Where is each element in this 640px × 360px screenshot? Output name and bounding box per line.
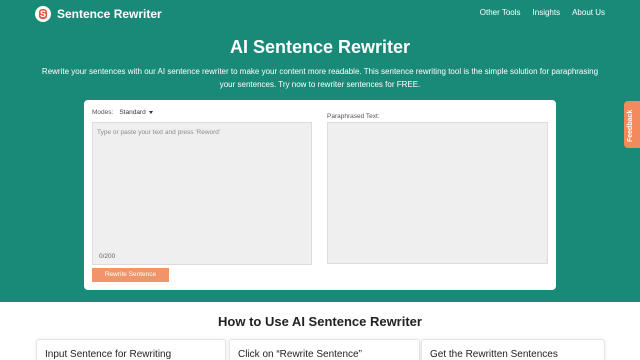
page-subtitle: Rewrite your sentences with our AI sente… [41, 67, 599, 89]
feedback-tab[interactable]: Feedback [624, 101, 640, 148]
brand-name: Sentence Rewriter [57, 7, 162, 21]
mode-selected: Standard [119, 109, 146, 116]
brand[interactable]: S Sentence Rewriter [35, 5, 162, 23]
step-card-3: Get the Rewritten Sentences [421, 339, 605, 360]
input-placeholder: Type or paste your text and press 'Rewor… [97, 129, 221, 136]
nav-link-about-us[interactable]: About Us [572, 8, 605, 17]
nav-link-insights[interactable]: Insights [533, 8, 561, 17]
rewrite-button[interactable]: Rewrite Sentence [92, 268, 169, 282]
step-card-1: Input Sentence for Rewriting [36, 339, 226, 360]
modes-selector: Modes: Standard [92, 109, 153, 116]
page-title: AI Sentence Rewriter [229, 37, 411, 57]
input-textarea[interactable]: Type or paste your text and press 'Rewor… [92, 122, 312, 265]
step-title: Input Sentence for Rewriting [45, 349, 172, 360]
step-title: Click on “Rewrite Sentence” [238, 349, 362, 360]
rewriter-card: Modes: Standard Type or paste your text … [84, 100, 556, 290]
logo-icon: S [35, 6, 51, 22]
feedback-label: Feedback [627, 109, 634, 142]
modes-label: Modes: [92, 109, 114, 116]
how-to-title: How to Use AI Sentence Rewriter [218, 314, 422, 329]
chevron-down-icon [148, 110, 153, 114]
step-title: Get the Rewritten Sentences [430, 349, 558, 360]
mode-dropdown[interactable]: Standard [119, 109, 153, 116]
logo-letter: S [39, 9, 46, 19]
nav-link-other-tools[interactable]: Other Tools [480, 8, 521, 17]
output-label: Paraphrased Text: [327, 113, 380, 120]
step-card-2: Click on “Rewrite Sentence” [229, 339, 420, 360]
nav-links: Other Tools Insights About Us [480, 8, 605, 17]
output-textarea[interactable] [327, 122, 548, 264]
char-counter: 0/200 [99, 253, 116, 260]
top-nav: S Sentence Rewriter Other Tools Insights… [0, 0, 640, 28]
